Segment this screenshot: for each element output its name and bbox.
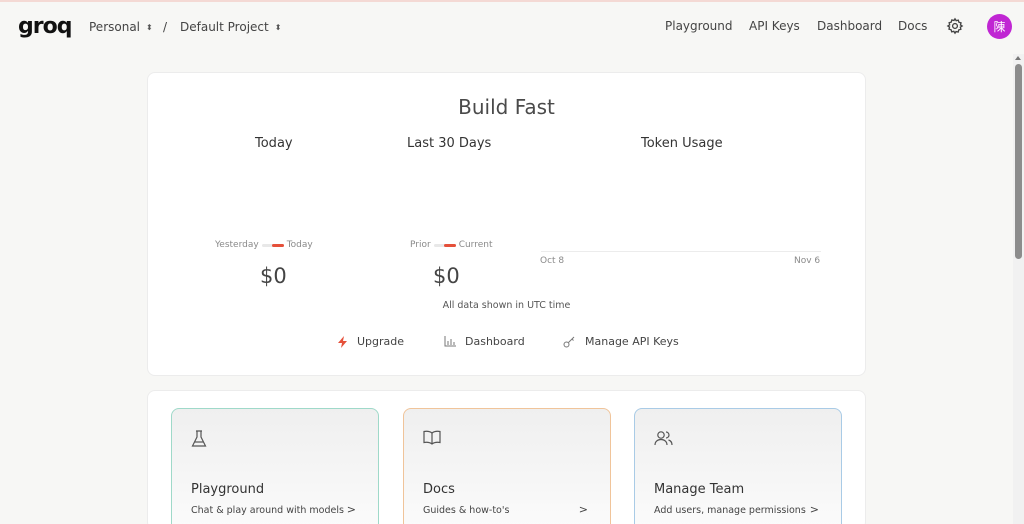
today-comparison-legend: Yesterday Today <box>215 240 313 250</box>
breadcrumb-separator: / <box>163 20 168 34</box>
users-icon <box>654 431 673 446</box>
chevron-updown-icon: ⬍ <box>146 22 153 32</box>
nav-playground[interactable]: Playground <box>665 19 732 33</box>
org-switcher[interactable]: Personal ⬍ <box>89 20 153 34</box>
project-switcher[interactable]: Default Project ⬍ <box>180 20 281 34</box>
groq-logo[interactable]: groq <box>18 14 72 39</box>
manage-api-keys-link[interactable]: Manage API Keys <box>563 335 679 348</box>
chart-icon <box>444 336 456 347</box>
page-title: Build Fast <box>458 95 555 119</box>
user-avatar[interactable]: 陳 <box>987 14 1012 39</box>
scroll-up-arrow-icon[interactable] <box>1015 56 1021 60</box>
token-usage-label: Token Usage <box>641 136 723 151</box>
axis-start-label: Oct 8 <box>540 256 565 266</box>
dashboard-label: Dashboard <box>465 335 525 348</box>
upgrade-link[interactable]: Upgrade <box>338 335 404 348</box>
month-comparison-legend: Prior Current <box>410 240 493 250</box>
chevron-right-icon: > <box>346 503 356 516</box>
chevron-right-icon: > <box>578 503 588 516</box>
upgrade-label: Upgrade <box>357 335 405 348</box>
chevron-right-icon: > <box>809 503 819 516</box>
comparison-bar <box>433 243 456 247</box>
comparison-bar <box>261 243 284 247</box>
tile-manage-team[interactable]: Manage Team Add users, manage permission… <box>634 408 842 524</box>
scrollbar-thumb[interactable] <box>1015 64 1022 259</box>
tile-subtitle: Chat & play around with models <box>191 505 344 516</box>
legend-yesterday: Yesterday <box>215 240 259 250</box>
axis-end-label: Nov 6 <box>794 256 821 266</box>
utc-note: All data shown in UTC time <box>442 300 571 311</box>
today-amount: $0 <box>260 264 287 288</box>
book-icon <box>423 430 441 445</box>
gear-icon[interactable] <box>946 17 964 35</box>
key-icon <box>563 336 575 347</box>
manage-api-keys-label: Manage API Keys <box>585 335 679 348</box>
nav-api-keys[interactable]: API Keys <box>749 19 800 33</box>
top-header: groq Personal ⬍ / Default Project ⬍ Play… <box>0 0 1024 54</box>
org-label: Personal <box>89 20 141 34</box>
today-label: Today <box>255 136 293 151</box>
tile-subtitle: Add users, manage permissions <box>654 505 806 516</box>
flask-icon <box>191 430 207 447</box>
legend-prior: Prior <box>410 240 431 250</box>
quick-links-card: Playground Chat & play around with model… <box>147 390 866 524</box>
lightning-icon <box>338 335 347 348</box>
tile-title: Playground <box>191 482 265 497</box>
tile-subtitle: Guides & how-to's <box>423 505 510 516</box>
token-usage-axis <box>541 251 821 252</box>
build-fast-card: Build Fast Today Last 30 Days Token Usag… <box>147 72 866 376</box>
tile-title: Manage Team <box>654 482 745 497</box>
last-30-days-label: Last 30 Days <box>407 136 492 151</box>
nav-dashboard[interactable]: Dashboard <box>817 19 882 33</box>
tile-title: Docs <box>423 482 455 497</box>
month-amount: $0 <box>433 264 460 288</box>
dashboard-link[interactable]: Dashboard <box>444 335 525 348</box>
nav-docs[interactable]: Docs <box>898 19 927 33</box>
tile-docs[interactable]: Docs Guides & how-to's > <box>403 408 611 524</box>
legend-today: Today <box>286 240 313 250</box>
legend-current: Current <box>458 240 493 250</box>
tile-playground[interactable]: Playground Chat & play around with model… <box>171 408 379 524</box>
chevron-updown-icon: ⬍ <box>274 22 282 32</box>
project-label: Default Project <box>180 20 269 34</box>
